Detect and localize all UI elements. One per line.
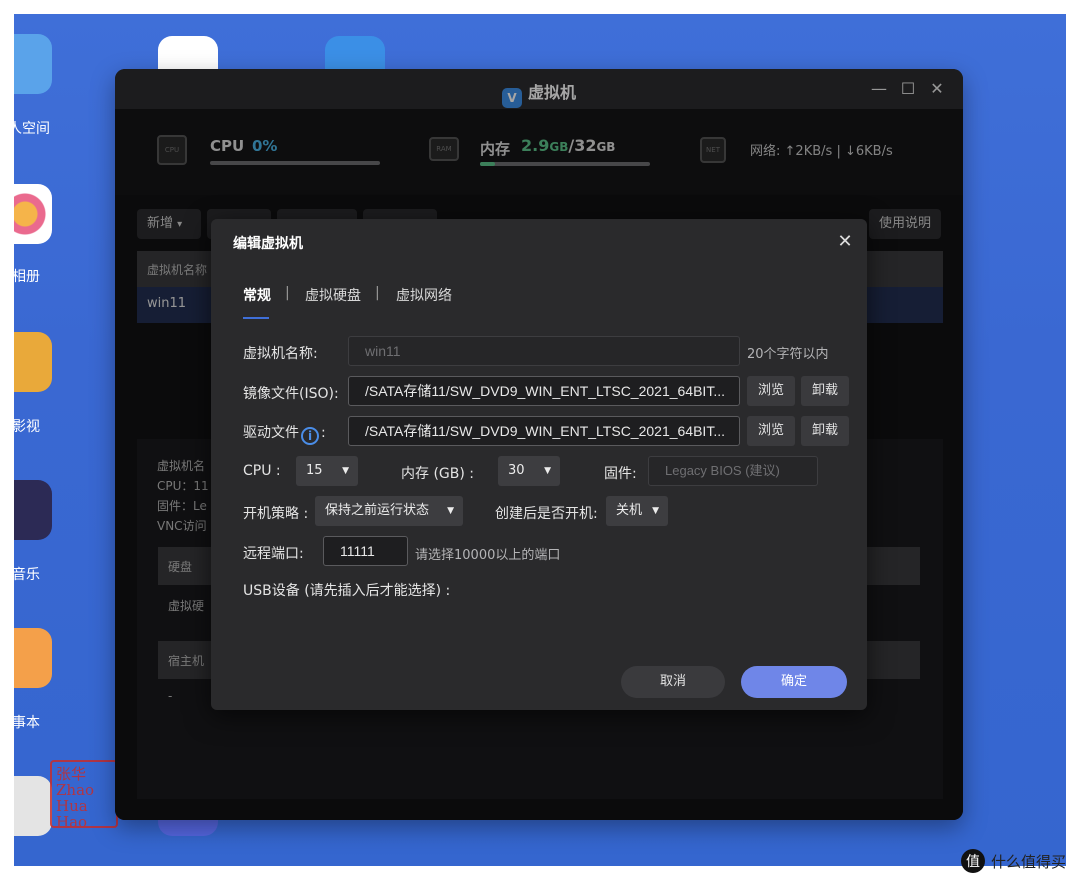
cpu-count-value: 15 [306, 463, 323, 478]
edit-vm-dialog: 编辑虚拟机 ✕ 常规 | 虚拟硬盘 | 虚拟网络 虚拟机名称: win11 20… [211, 219, 867, 710]
desktop-label-video: 影视 [14, 419, 40, 435]
iso-path-field[interactable]: /SATA存储11/SW_DVD9_WIN_ENT_LTSC_2021_64BI… [348, 376, 740, 406]
watermark-stamp: 张华 Zhao Hua Hao [50, 760, 118, 830]
dialog-title: 编辑虚拟机 [233, 236, 303, 252]
chevron-down-icon: ▼ [652, 506, 659, 516]
usb-devices-label: USB设备 (请先插入后才能选择) : [243, 583, 451, 599]
video-icon[interactable] [14, 332, 52, 392]
iso-browse-button[interactable]: 浏览 [747, 376, 795, 406]
memory-size-value: 30 [508, 463, 525, 478]
tab-separator: | [285, 285, 290, 301]
boot-policy-label: 开机策略 : [243, 506, 309, 522]
firmware-label: 固件: [604, 466, 637, 482]
tab-virtual-disk[interactable]: 虚拟硬盘 [305, 285, 361, 305]
driver-label: 驱动文件 i: [243, 422, 326, 445]
vm-app-window: V 虚拟机 — ☐ ✕ CPU CPU 0% RAM 内存 2.9GB/32GB … [115, 69, 963, 820]
photos-icon[interactable] [14, 184, 52, 244]
tab-general[interactable]: 常规 [243, 285, 271, 305]
site-brand: 值 什么值得买 [960, 849, 1066, 873]
firmware-field[interactable]: Legacy BIOS (建议) [648, 456, 818, 486]
iso-unload-button[interactable]: 卸载 [801, 376, 849, 406]
confirm-button[interactable]: 确定 [741, 666, 847, 698]
active-tab-indicator [243, 317, 269, 319]
autostart-value: 关机 [616, 503, 643, 518]
brand-logo-icon: 值 [960, 849, 985, 873]
tab-virtual-network[interactable]: 虚拟网络 [396, 285, 452, 305]
cpu-count-label: CPU : [243, 463, 281, 479]
remote-port-label: 远程端口: [243, 546, 304, 562]
dialog-close-icon[interactable]: ✕ [835, 231, 855, 252]
desktop-label-notepad: 事本 [14, 715, 40, 731]
remote-port-hint: 请选择10000以上的端口 [415, 548, 561, 563]
memory-size-label: 内存 (GB) : [401, 466, 474, 482]
screenshot: 人空间 相册 影视 音乐 事本 张华 Zhao Hua Hao 值 什么值得买 … [0, 0, 1080, 879]
iso-label: 镜像文件(ISO): [243, 386, 339, 402]
driver-path-field[interactable]: /SATA存储11/SW_DVD9_WIN_ENT_LTSC_2021_64BI… [348, 416, 740, 446]
desktop-label-personal-space: 人空间 [14, 121, 50, 137]
driver-label-colon: : [321, 425, 326, 441]
music-icon[interactable] [14, 480, 52, 540]
vm-name-label: 虚拟机名称: [243, 346, 318, 362]
driver-label-text: 驱动文件 [243, 425, 299, 441]
boot-policy-value: 保持之前运行状态 [325, 503, 430, 518]
cancel-button[interactable]: 取消 [621, 666, 725, 698]
vm-name-hint: 20个字符以内 [747, 347, 829, 362]
boot-policy-select[interactable]: 保持之前运行状态 ▼ [315, 496, 463, 526]
desktop-label-music: 音乐 [14, 567, 40, 583]
autostart-label: 创建后是否开机: [495, 506, 598, 522]
memory-size-select[interactable]: 30 ▼ [498, 456, 560, 486]
remote-port-input[interactable]: 11111 [323, 536, 408, 566]
vm-name-field[interactable]: win11 [348, 336, 740, 366]
brand-label: 什么值得买 [990, 852, 1066, 871]
chevron-down-icon: ▼ [342, 466, 349, 476]
settings-app-icon[interactable] [14, 776, 52, 836]
chevron-down-icon: ▼ [544, 466, 551, 476]
driver-browse-button[interactable]: 浏览 [747, 416, 795, 446]
cpu-count-select[interactable]: 15 ▼ [296, 456, 358, 486]
info-icon[interactable]: i [301, 427, 319, 445]
desktop-label-photos: 相册 [14, 269, 40, 285]
personal-space-icon[interactable] [14, 34, 52, 94]
chevron-down-icon: ▼ [447, 506, 454, 516]
tab-separator: | [375, 285, 380, 301]
driver-unload-button[interactable]: 卸载 [801, 416, 849, 446]
autostart-select[interactable]: 关机 ▼ [606, 496, 668, 526]
notepad-icon[interactable] [14, 628, 52, 688]
